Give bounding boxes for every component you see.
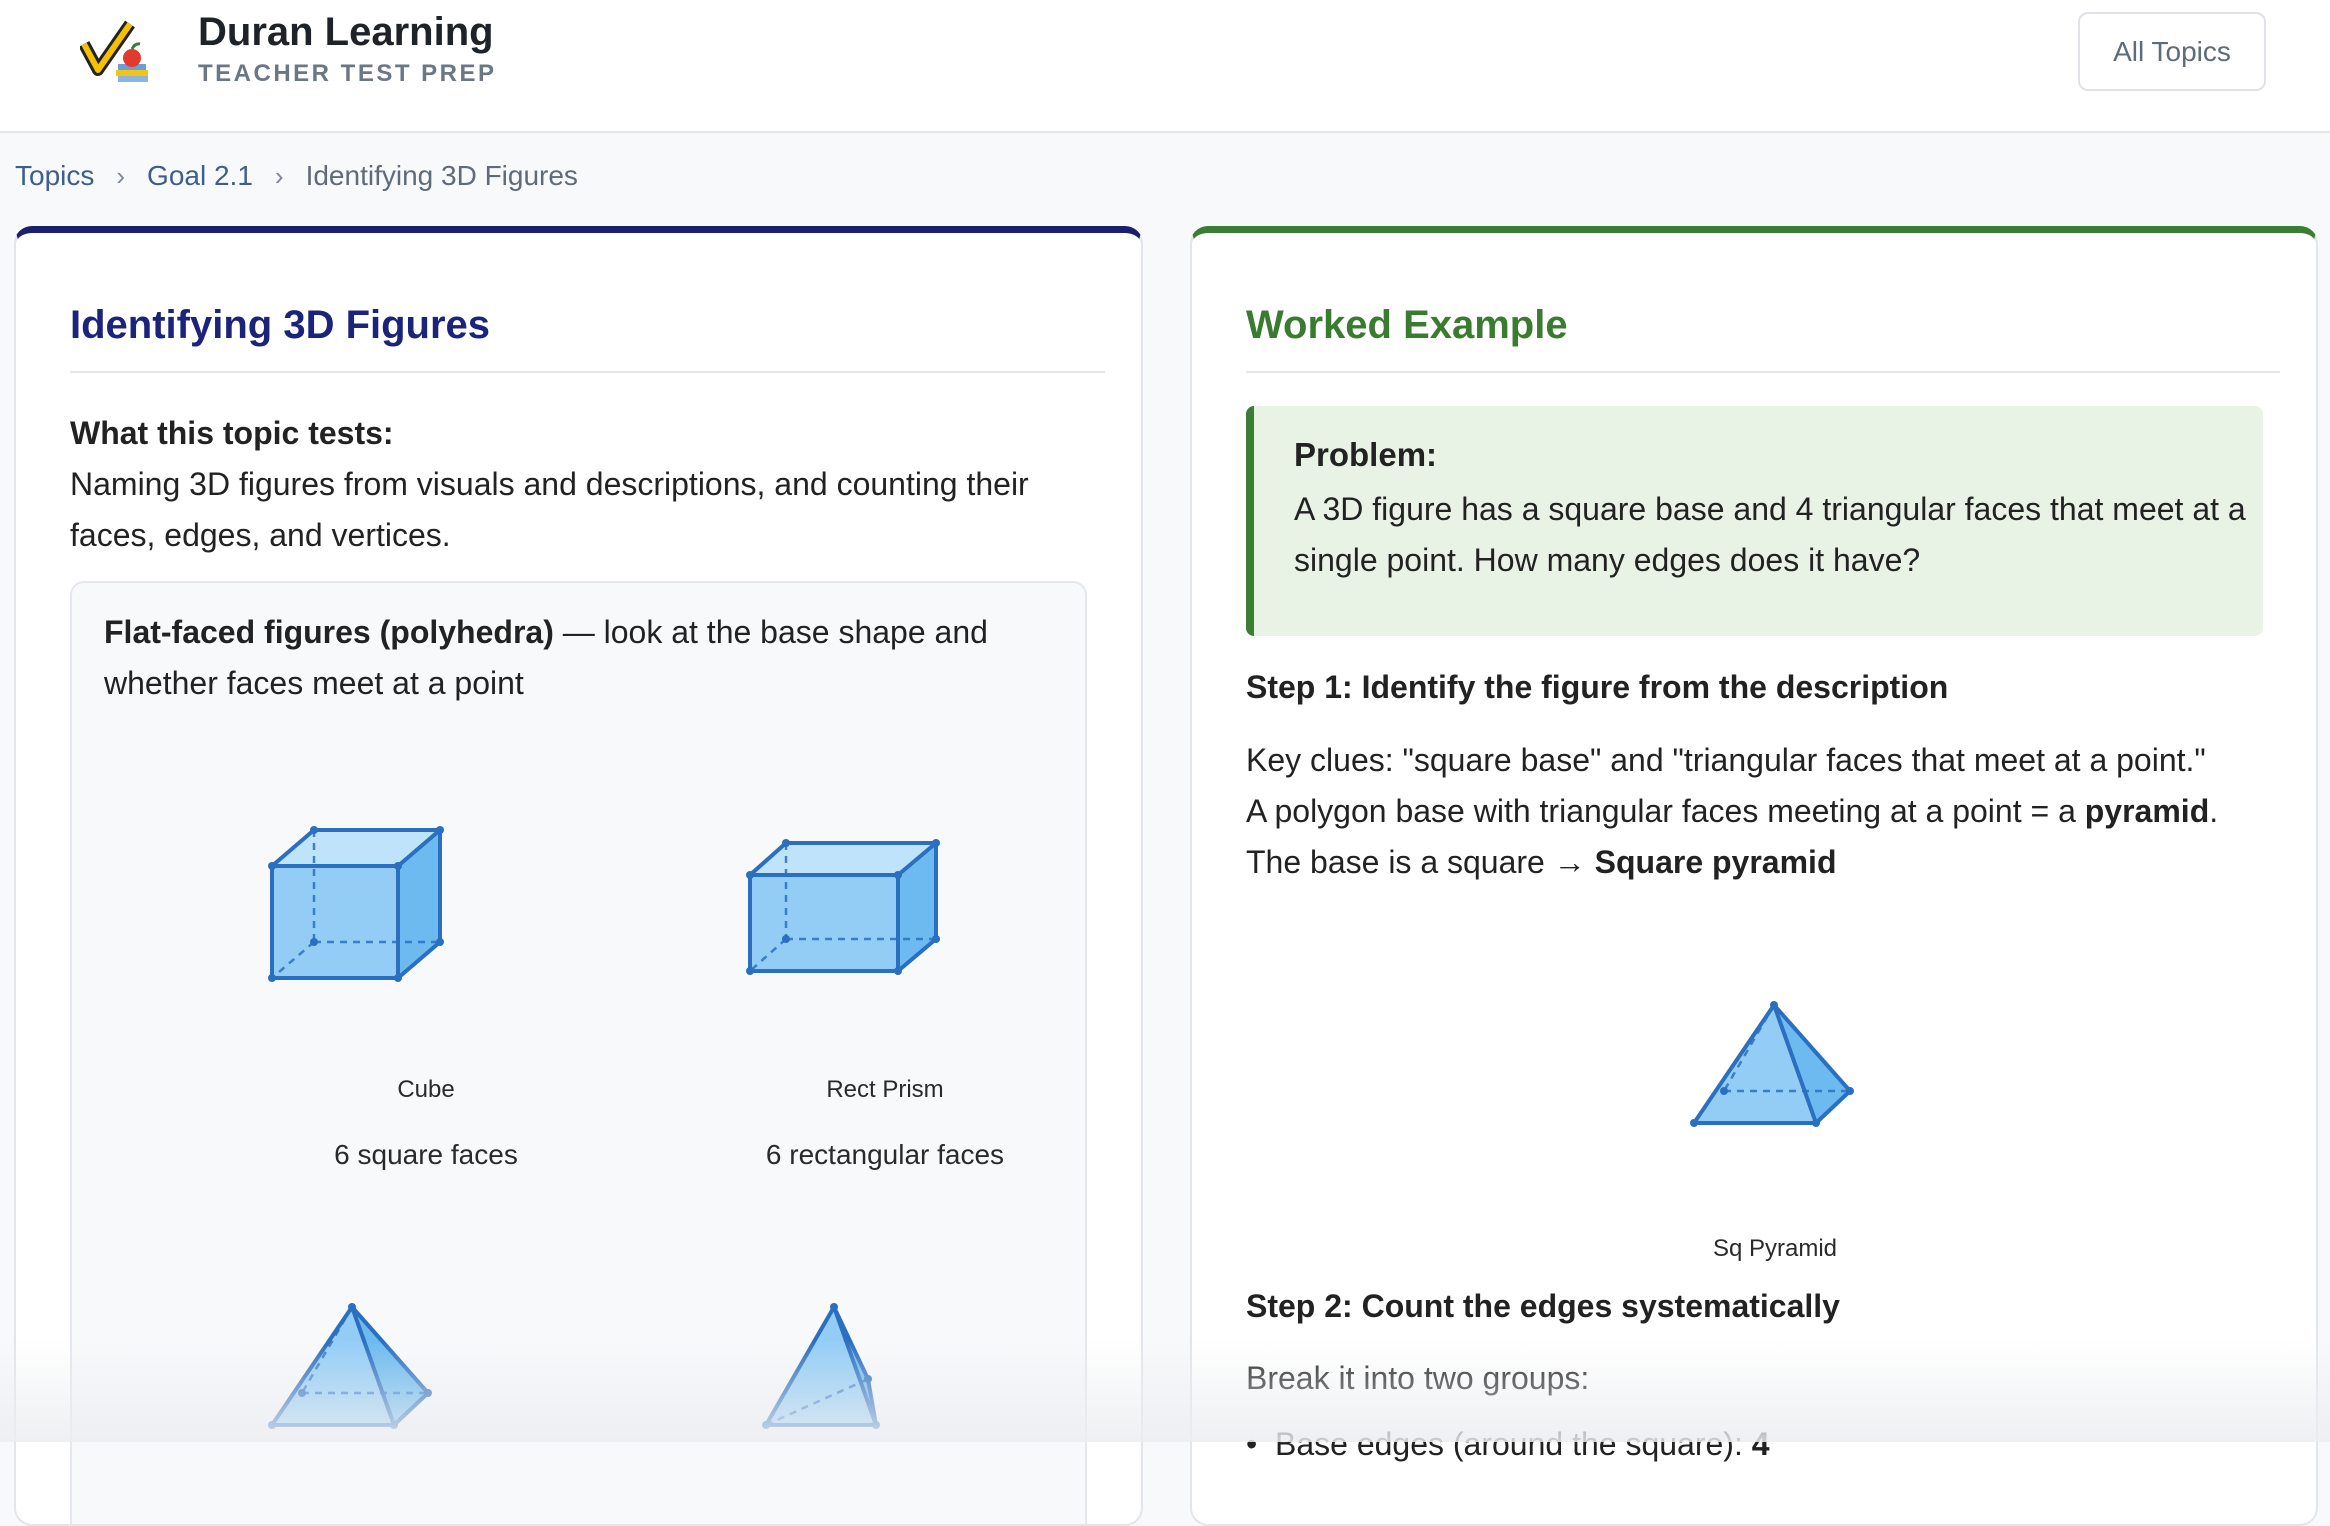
polyhedra-heading: Flat-faced figures (polyhedra) — look at…	[104, 607, 1064, 709]
step2-bullet: • Base edges (around the square): 4	[1246, 1419, 2286, 1470]
step1-heading: Step 1: Identify the figure from the des…	[1246, 669, 1949, 705]
step1-line2: A polygon base with triangular faces mee…	[1246, 793, 2085, 829]
topic-card: Identifying 3D Figures What this topic t…	[14, 226, 1143, 1526]
cube-icon	[268, 826, 444, 982]
site-header: Duran Learning TEACHER TEST PREP All Top…	[0, 0, 2330, 133]
breadcrumb-separator: ›	[274, 160, 284, 191]
tests-heading: What this topic tests:	[70, 415, 394, 451]
breadcrumb: Topics › Goal 2.1 › Identifying 3D Figur…	[15, 160, 578, 192]
worked-example-title: Worked Example	[1246, 303, 1568, 347]
step2-bullet-bold: 4	[1751, 1426, 1770, 1462]
problem-text: A 3D figure has a square base and 4 tria…	[1294, 491, 2246, 578]
polyhedra-box: Flat-faced figures (polyhedra) — look at…	[70, 581, 1087, 1524]
breadcrumb-separator: ›	[116, 160, 126, 191]
rectangular-prism-icon	[746, 839, 940, 975]
problem-box: Problem: A 3D figure has a square base a…	[1246, 406, 2263, 636]
step2-text: Break it into two groups:	[1246, 1360, 1590, 1396]
tests-section: What this topic tests: Naming 3D figures…	[70, 408, 1100, 561]
step1-text: Key clues: "square base" and "triangular…	[1246, 735, 2286, 888]
divider	[1246, 371, 2280, 373]
step2-heading: Step 2: Count the edges systematically	[1246, 1288, 1840, 1324]
logo-icon[interactable]	[80, 20, 152, 86]
problem-label: Problem:	[1294, 436, 1438, 473]
triangular-pyramid-icon	[762, 1303, 880, 1429]
brand-title[interactable]: Duran Learning	[198, 10, 494, 55]
figure-label-sq-pyramid: Sq Pyramid	[1712, 1235, 1838, 1262]
all-topics-button[interactable]: All Topics	[2078, 12, 2266, 91]
polyhedra-heading-bold: Flat-faced figures (polyhedra)	[104, 614, 554, 650]
brand-subtitle: TEACHER TEST PREP	[198, 60, 497, 87]
bullet-dot: •	[1246, 1426, 1275, 1462]
figure-label-cube: Cube	[397, 1076, 455, 1103]
breadcrumb-topics-link[interactable]: Topics	[15, 160, 94, 192]
tests-text: Naming 3D figures from visuals and descr…	[70, 466, 1029, 553]
step1-line3: The base is a square →	[1246, 844, 1595, 880]
figure-label-rect-prism: Rect Prism	[826, 1076, 944, 1103]
worked-example-card: Worked Example Problem: A 3D figure has …	[1190, 226, 2318, 1526]
topic-title: Identifying 3D Figures	[70, 303, 491, 347]
square-pyramid-icon	[268, 1303, 432, 1429]
breadcrumb-current: Identifying 3D Figures	[305, 160, 578, 191]
step1-line3-bold: Square pyramid	[1594, 844, 1837, 880]
step1-line2-bold: pyramid	[2084, 793, 2210, 829]
divider	[70, 371, 1105, 373]
step2-bullet-text: Base edges (around the square):	[1274, 1426, 1752, 1462]
square-pyramid-icon	[1690, 1001, 1854, 1127]
figure-desc-rect-prism: 6 rectangular faces	[765, 1139, 1005, 1170]
step1-line2-end: .	[2209, 793, 2219, 829]
figure-desc-cube: 6 square faces	[334, 1139, 518, 1170]
step1-line1: Key clues: "square base" and "triangular…	[1246, 742, 2206, 778]
breadcrumb-goal-link[interactable]: Goal 2.1	[147, 160, 253, 192]
